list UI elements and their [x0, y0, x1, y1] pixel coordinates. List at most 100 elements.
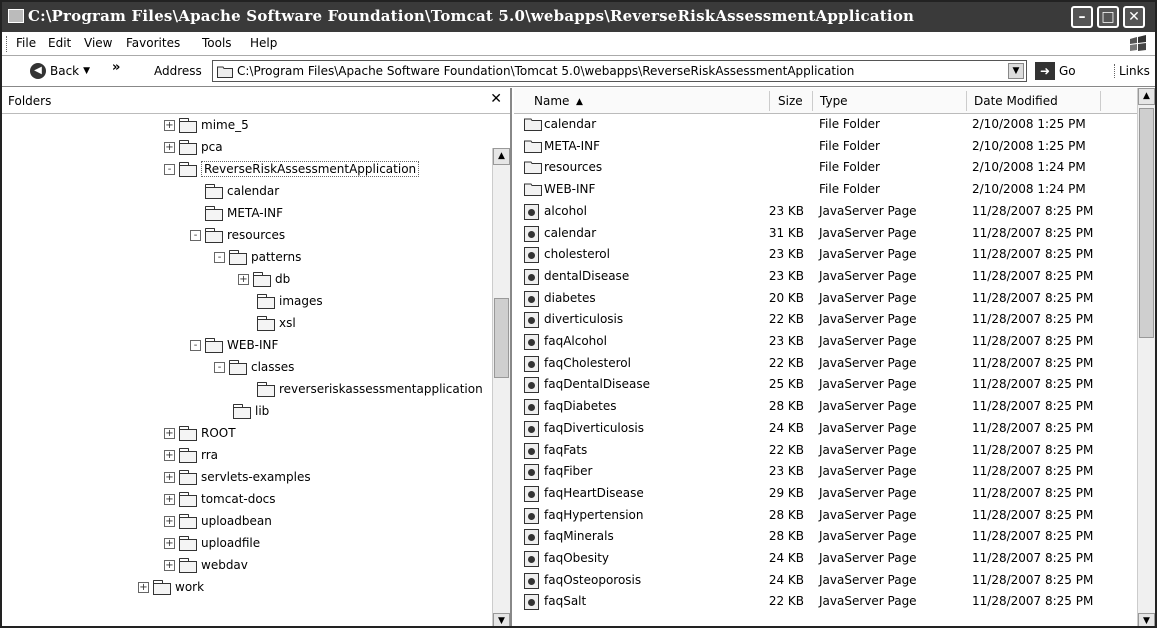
file-row[interactable]: META-INF File Folder 2/10/2008 1:25 PM: [514, 136, 1137, 158]
files-scrollbar[interactable]: ▲ ▼: [1137, 88, 1155, 626]
tree-item-resources[interactable]: - resources: [190, 224, 285, 246]
expand-icon[interactable]: +: [164, 515, 175, 527]
tree-item-classes[interactable]: - classes: [214, 356, 294, 378]
tree-item-rra[interactable]: + rra: [164, 444, 218, 466]
file-row[interactable]: faqSalt 22 KB JavaServer Page 11/28/2007 8:…: [514, 591, 1137, 613]
column-date-modified[interactable]: Date Modified: [974, 94, 1058, 108]
scroll-thumb[interactable]: [1139, 108, 1154, 338]
menu-favorites[interactable]: Favorites: [126, 36, 180, 50]
folders-scrollbar[interactable]: ▲ ▼: [492, 148, 510, 626]
expand-icon[interactable]: +: [164, 537, 175, 549]
file-type: JavaServer Page: [819, 572, 917, 587]
expand-icon[interactable]: +: [164, 449, 175, 461]
menu-help[interactable]: Help: [250, 36, 277, 50]
file-row[interactable]: WEB-INF File Folder 2/10/2008 1:24 PM: [514, 179, 1137, 201]
file-row[interactable]: resources File Folder 2/10/2008 1:24 PM: [514, 157, 1137, 179]
tree-item-webdav[interactable]: + webdav: [164, 554, 248, 576]
expand-icon[interactable]: +: [164, 471, 175, 483]
address-input[interactable]: C:\Program Files\Apache Software Foundat…: [212, 60, 1027, 82]
file-row[interactable]: dentalDisease 23 KB JavaServer Page 11/28/2…: [514, 266, 1137, 288]
collapse-icon[interactable]: -: [164, 163, 175, 175]
menu-file[interactable]: File: [16, 36, 36, 50]
tree-item-images[interactable]: images: [242, 290, 323, 312]
file-row[interactable]: faqDiabetes 28 KB JavaServer Page 11/28/200…: [514, 396, 1137, 418]
expand-icon[interactable]: +: [164, 119, 175, 131]
tree-item-patterns[interactable]: - patterns: [214, 246, 301, 268]
column-name[interactable]: Name: [534, 94, 569, 108]
scroll-up-icon[interactable]: ▲: [1138, 88, 1155, 105]
file-row[interactable]: faqMinerals 28 KB JavaServer Page 11/28/200…: [514, 526, 1137, 548]
tree-item-db[interactable]: + db: [238, 268, 290, 290]
explorer-window: C:\Program Files\Apache Software Foundat…: [0, 0, 1157, 628]
expand-icon[interactable]: +: [164, 559, 175, 571]
file-row[interactable]: diabetes 20 KB JavaServer Page 11/28/2007 8…: [514, 288, 1137, 310]
column-size[interactable]: Size: [778, 94, 803, 108]
menu-grip[interactable]: [6, 36, 9, 52]
tree-item-label: db: [275, 272, 291, 286]
file-row[interactable]: faqObesity 24 KB JavaServer Page 11/28/2007…: [514, 548, 1137, 570]
go-button[interactable]: ➜ Go: [1035, 62, 1076, 80]
file-date-modified: 11/28/2007 8:25 PM: [972, 203, 1094, 218]
tree-item-servlets-examples[interactable]: + servlets-examples: [164, 466, 311, 488]
scroll-thumb[interactable]: [494, 298, 509, 378]
file-date-modified: 2/10/2008 1:25 PM: [972, 117, 1086, 131]
column-type[interactable]: Type: [820, 94, 848, 108]
tree-item-calendar[interactable]: calendar: [190, 180, 279, 202]
maximize-button[interactable]: □: [1097, 6, 1119, 28]
tree-item-web-inf[interactable]: - WEB-INF: [190, 334, 278, 356]
menu-tools[interactable]: Tools: [202, 36, 232, 50]
expand-icon[interactable]: +: [164, 141, 175, 153]
tree-item-pca[interactable]: + pca: [164, 136, 223, 158]
file-row[interactable]: faqOsteoporosis 24 KB JavaServer Page 11/28…: [514, 570, 1137, 592]
menu-edit[interactable]: Edit: [48, 36, 71, 50]
file-row[interactable]: diverticulosis 22 KB JavaServer Page 11/28/…: [514, 309, 1137, 331]
collapse-icon[interactable]: -: [214, 251, 225, 263]
tree-item-reverseriskassessmentapplication[interactable]: - ReverseRiskAssessmentApplication: [164, 158, 420, 180]
links-button[interactable]: Links: [1114, 64, 1150, 78]
expand-icon[interactable]: +: [164, 427, 175, 439]
file-row[interactable]: faqFats 22 KB JavaServer Page 11/28/2007 8:…: [514, 440, 1137, 462]
tree-item-work[interactable]: + work: [138, 576, 204, 598]
file-row[interactable]: faqCholesterol 22 KB JavaServer Page 11/28/…: [514, 353, 1137, 375]
tree-item-xsl[interactable]: xsl: [242, 312, 296, 334]
collapse-icon[interactable]: -: [190, 339, 201, 351]
scroll-up-icon[interactable]: ▲: [493, 148, 510, 165]
tree-item-tomcat-docs[interactable]: + tomcat-docs: [164, 488, 276, 510]
close-folders-icon[interactable]: ✕: [490, 91, 502, 107]
file-date-modified: 2/10/2008 1:24 PM: [972, 182, 1086, 197]
back-dropdown-icon[interactable]: ▼: [83, 66, 90, 76]
expand-icon[interactable]: +: [138, 581, 149, 593]
file-row[interactable]: calendar File Folder 2/10/2008 1:25 PM: [514, 114, 1137, 136]
menu-view[interactable]: View: [84, 36, 112, 50]
title-bar[interactable]: C:\Program Files\Apache Software Foundat…: [2, 2, 1155, 32]
minimize-button[interactable]: –: [1071, 6, 1093, 28]
file-row[interactable]: faqHypertension 28 KB JavaServer Page 11/28…: [514, 505, 1137, 527]
folder-icon: [205, 184, 223, 199]
file-row[interactable]: calendar 31 KB JavaServer Page 11/28/2007 8…: [514, 223, 1137, 245]
file-type: JavaServer Page: [819, 225, 917, 240]
close-button[interactable]: ✕: [1123, 6, 1145, 28]
expand-icon[interactable]: +: [238, 273, 249, 285]
file-row[interactable]: faqAlcohol 23 KB JavaServer Page 11/28/2007…: [514, 331, 1137, 353]
toolbar-overflow-chevron-icon[interactable]: »: [112, 60, 120, 75]
tree-item-root[interactable]: + ROOT: [164, 422, 236, 444]
tree-item-mime_5[interactable]: + mime_5: [164, 114, 249, 136]
tree-item-uploadfile[interactable]: + uploadfile: [164, 532, 260, 554]
file-row[interactable]: cholesterol 23 KB JavaServer Page 11/28/200…: [514, 244, 1137, 266]
address-dropdown-icon[interactable]: ▼: [1008, 63, 1024, 79]
tree-item-lib[interactable]: lib: [218, 400, 269, 422]
file-row[interactable]: alcohol 23 KB JavaServer Page 11/28/2007 8:…: [514, 201, 1137, 223]
file-row[interactable]: faqDentalDisease 25 KB JavaServer Page 11/2…: [514, 374, 1137, 396]
file-row[interactable]: faqHeartDisease 29 KB JavaServer Page 11/28…: [514, 483, 1137, 505]
file-row[interactable]: faqDiverticulosis 24 KB JavaServer Page 11/…: [514, 418, 1137, 440]
collapse-icon[interactable]: -: [190, 229, 201, 241]
tree-item-reverseriskassessmentapplication-pkg[interactable]: reverseriskassessmentapplication: [242, 378, 483, 400]
expand-icon[interactable]: +: [164, 493, 175, 505]
tree-item-meta-inf[interactable]: META-INF: [190, 202, 283, 224]
tree-item-uploadbean[interactable]: + uploadbean: [164, 510, 272, 532]
file-row[interactable]: faqFiber 23 KB JavaServer Page 11/28/2007 8…: [514, 461, 1137, 483]
collapse-icon[interactable]: -: [214, 361, 225, 373]
scroll-down-icon[interactable]: ▼: [493, 613, 510, 626]
scroll-down-icon[interactable]: ▼: [1138, 613, 1155, 626]
back-button[interactable]: ◀ Back ▼: [30, 63, 90, 79]
